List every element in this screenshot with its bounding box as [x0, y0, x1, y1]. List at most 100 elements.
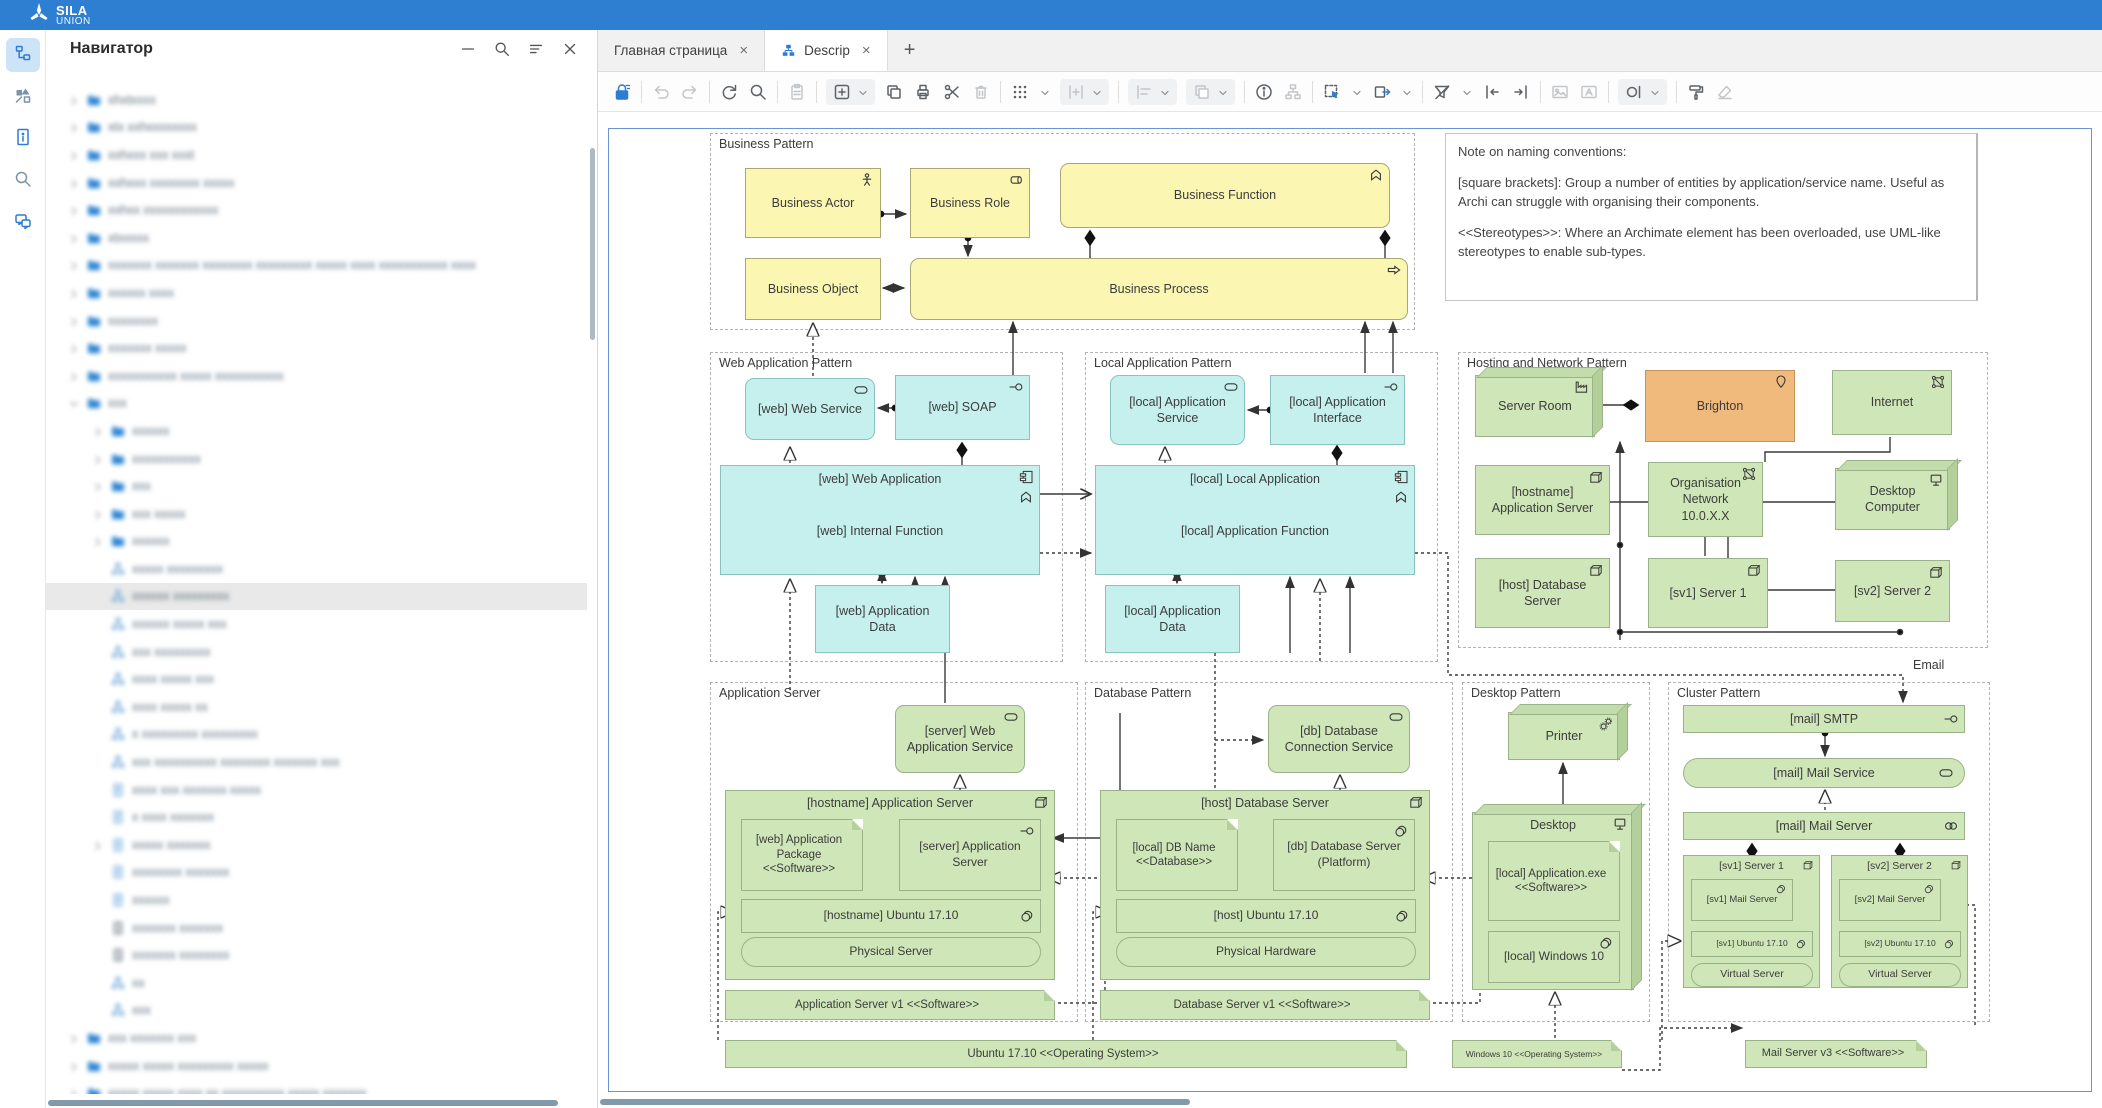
node-mail-smtp[interactable]: [mail] SMTP: [1683, 705, 1965, 733]
chevron-down-icon[interactable]: [1649, 86, 1661, 98]
chevron-right-icon[interactable]: [68, 149, 80, 161]
node-local-application-service[interactable]: [local] Application Service: [1110, 375, 1245, 445]
node-web-application-data[interactable]: [web] Application Data: [815, 585, 950, 653]
chevron-right-icon[interactable]: [92, 425, 104, 437]
align-group[interactable]: [1128, 79, 1177, 105]
print-icon[interactable]: [913, 82, 933, 102]
redo-icon[interactable]: [680, 82, 700, 102]
new-tab-button[interactable]: +: [888, 30, 932, 71]
node-hostname-application-server[interactable]: [hostname] Application Server: [1475, 465, 1610, 535]
tree-item[interactable]: xxx xxxxxxxxxx xxxxxxxx xxxxxxx xxx: [46, 748, 587, 776]
node-brighton[interactable]: Brighton: [1645, 370, 1795, 442]
node-sv2-virtual-server[interactable]: Virtual Server: [1839, 963, 1961, 987]
undo-icon[interactable]: [651, 82, 671, 102]
node-host-database-server[interactable]: [host] Database Server: [1475, 558, 1610, 628]
eraser-icon[interactable]: [1715, 82, 1735, 102]
node-desktop-computer[interactable]: Desktop Computer: [1835, 468, 1950, 530]
node-server-application-server[interactable]: [server] Application Server: [899, 819, 1041, 891]
tree-item[interactable]: xxxxxxxx: [46, 307, 587, 335]
node-db-connection-service[interactable]: [db] Database Connection Service: [1268, 705, 1410, 773]
chevron-right-icon[interactable]: [68, 121, 80, 133]
format-paint-icon[interactable]: [1686, 82, 1706, 102]
layers-group[interactable]: [1186, 79, 1235, 105]
rail-document-button[interactable]: [6, 122, 40, 156]
shape-select-icon[interactable]: [1624, 82, 1644, 102]
tree-item[interactable]: x xxxxxxxxx xxxxxxxxx: [46, 721, 587, 749]
node-hostname-application-server-container[interactable]: [hostname] Application Server [web] Appl…: [725, 790, 1055, 980]
node-web-service[interactable]: [web] Web Service: [745, 378, 875, 440]
node-organisation-network[interactable]: Organisation Network 10.0.X.X: [1648, 462, 1763, 537]
tree-item[interactable]: xxx: [46, 472, 587, 500]
chevron-down-icon[interactable]: [857, 86, 869, 98]
node-web-application-package[interactable]: [web] Application Package <<Software>>: [741, 819, 863, 891]
tree-item[interactable]: xtxxxxx: [46, 224, 587, 252]
chevron-right-icon[interactable]: [92, 508, 104, 520]
navigator-vertical-scrollbar[interactable]: [590, 148, 595, 340]
text-label-icon[interactable]: [1579, 82, 1599, 102]
refresh-icon[interactable]: [719, 82, 739, 102]
chevron-right-icon[interactable]: [68, 94, 80, 106]
tab-home[interactable]: Главная страница ×: [598, 30, 765, 71]
tree-item[interactable]: xxxxx xxxxx xxxx xx xxxxxxxxxx xxxxx xxx…: [46, 1079, 587, 1094]
info-icon[interactable]: [1254, 82, 1274, 102]
node-sv2-ubuntu[interactable]: [sv2] Ubuntu 17.10: [1839, 931, 1961, 957]
chevron-right-icon[interactable]: [68, 177, 80, 189]
hierarchy-icon[interactable]: [1283, 82, 1303, 102]
tree-item[interactable]: x xxxx xxxxxxx: [46, 803, 587, 831]
tree-item[interactable]: xxhxx xxxxxxxxxxxx: [46, 196, 587, 224]
chevron-right-icon[interactable]: [68, 232, 80, 244]
diagram-canvas[interactable]: Business Pattern Web Application Pattern…: [598, 112, 2102, 1108]
node-local-application-exe[interactable]: [local] Application.exe <<Software>>: [1488, 841, 1620, 921]
export-icon[interactable]: [1372, 82, 1392, 102]
paste-icon[interactable]: [787, 82, 807, 102]
tree-item[interactable]: xxxxxx: [46, 417, 587, 445]
minimize-icon[interactable]: [459, 40, 477, 58]
chevron-right-icon[interactable]: [92, 453, 104, 465]
node-local-windows-10[interactable]: [local] Windows 10: [1488, 931, 1620, 983]
naming-conventions-note[interactable]: Note on naming conventions: [square brac…: [1445, 133, 1978, 301]
tree-item[interactable]: xxxxxx xxxx: [46, 279, 587, 307]
chevron-down-icon[interactable]: [1461, 86, 1473, 98]
tree-item[interactable]: xxxx xxx xxxxxxx xxxxx: [46, 776, 587, 804]
node-physical-hardware[interactable]: Physical Hardware: [1116, 937, 1416, 967]
align-icon[interactable]: [1134, 82, 1154, 102]
tree-item[interactable]: xxxxxxx xxxxxxx xxxxxxxx xxxxxxxxx xxxxx…: [46, 252, 587, 280]
node-mail-server[interactable]: [mail] Mail Server: [1683, 812, 1965, 840]
chevron-right-icon[interactable]: [68, 342, 80, 354]
tree-item[interactable]: xxxxxxx xxxxxxxx: [46, 941, 587, 969]
chevron-down-icon[interactable]: [1159, 86, 1171, 98]
node-local-db-name[interactable]: [local] DB Name <<Database>>: [1116, 819, 1238, 891]
node-physical-server[interactable]: Physical Server: [741, 937, 1041, 967]
canvas-horizontal-scrollbar[interactable]: [600, 1099, 1190, 1105]
tree-item[interactable]: xxx xxxxx: [46, 500, 587, 528]
tree-item[interactable]: xhxtxxxx: [46, 86, 587, 114]
tree-item[interactable]: xxxxxx: [46, 528, 587, 556]
tree-item[interactable]: xxx: [46, 390, 587, 418]
collapse-left-icon[interactable]: [1482, 82, 1502, 102]
tree-item[interactable]: xxxxxxxxxxx xxxxx xxxxxxxxxxx: [46, 362, 587, 390]
add-frame-group[interactable]: [826, 79, 875, 105]
node-local-application-interface[interactable]: [local] Application Interface: [1270, 375, 1405, 445]
tree-item[interactable]: xxxxx xxxxx xxxxxxxxx xxxxx: [46, 1052, 587, 1080]
node-sv2-mail-server[interactable]: [sv2] Mail Server: [1839, 879, 1941, 921]
tree-item[interactable]: xtx xxhxxxxxxxx: [46, 114, 587, 142]
tree-item[interactable]: xxxxx xxxxxxx: [46, 831, 587, 859]
add-frame-icon[interactable]: [832, 82, 852, 102]
close-icon[interactable]: ×: [735, 42, 748, 59]
tree-item[interactable]: xxxxxxxxxxx: [46, 445, 587, 473]
tree-item[interactable]: xxx: [46, 997, 587, 1025]
tree-item[interactable]: xxxxxx: [46, 886, 587, 914]
tree-item[interactable]: xxx xxxxxxxxx: [46, 638, 587, 666]
selection-icon[interactable]: [1322, 82, 1342, 102]
node-mail-service[interactable]: [mail] Mail Service: [1683, 758, 1965, 788]
duplicate-icon[interactable]: [884, 82, 904, 102]
tree-item[interactable]: xxxxxxx xxxxx: [46, 334, 587, 362]
navigator-horizontal-scrollbar[interactable]: [48, 1100, 558, 1106]
chevron-down-icon[interactable]: [1351, 86, 1363, 98]
tree-item[interactable]: xxhxxx xxxxxxxx xxxxx: [46, 169, 587, 197]
node-sv2-server-container[interactable]: [sv2] Server 2 [sv2] Mail Server [sv2] U…: [1831, 855, 1968, 988]
grid-icon[interactable]: [1010, 82, 1030, 102]
node-business-object[interactable]: Business Object: [745, 258, 881, 320]
insert-icon[interactable]: [1066, 82, 1086, 102]
node-db-database-server-platform[interactable]: [db] Database Server (Platform): [1273, 819, 1415, 891]
